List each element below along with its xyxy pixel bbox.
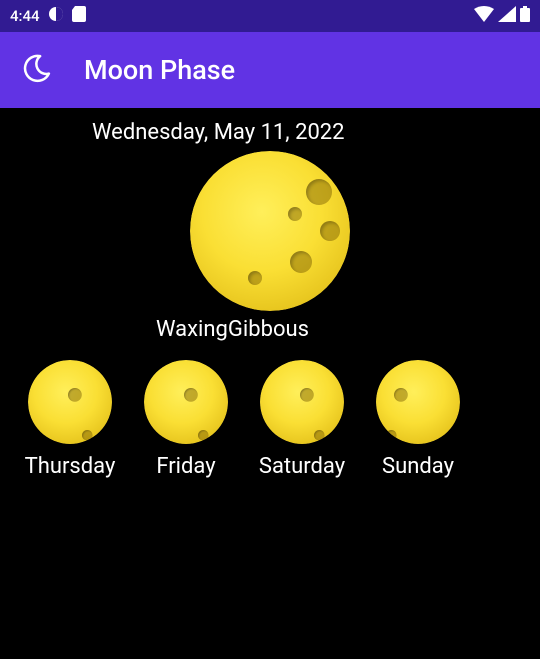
forecast-moon-image bbox=[28, 360, 112, 444]
status-bar: 4:44 bbox=[0, 0, 540, 32]
current-phase-label: WaxingGibbous bbox=[156, 317, 540, 342]
wifi-icon bbox=[474, 6, 494, 26]
sd-card-icon bbox=[72, 6, 86, 26]
forecast-day: Saturday bbox=[252, 360, 352, 479]
forecast-day-label: Friday bbox=[156, 454, 215, 479]
contrast-icon bbox=[48, 6, 64, 26]
forecast-moon-image bbox=[144, 360, 228, 444]
current-moon-phase-image bbox=[190, 151, 350, 311]
battery-icon bbox=[520, 6, 530, 26]
content-area: Wednesday, May 11, 2022 WaxingGibbous Th… bbox=[0, 108, 540, 479]
signal-icon bbox=[498, 6, 516, 26]
status-time: 4:44 bbox=[10, 7, 40, 25]
forecast-day-label: Saturday bbox=[259, 454, 345, 479]
forecast-day-label: Thursday bbox=[25, 454, 116, 479]
moon-icon bbox=[22, 53, 52, 87]
forecast-day: Friday bbox=[136, 360, 236, 479]
app-bar: Moon Phase bbox=[0, 32, 540, 108]
forecast-moon-image bbox=[260, 360, 344, 444]
forecast-day: Thursday bbox=[20, 360, 120, 479]
current-date: Wednesday, May 11, 2022 bbox=[92, 120, 540, 145]
forecast-row: Thursday Friday Saturday bbox=[0, 360, 540, 479]
forecast-moon-image bbox=[376, 360, 460, 444]
app-title: Moon Phase bbox=[84, 54, 235, 86]
forecast-day-label: Sunday bbox=[382, 454, 454, 479]
forecast-day: Sunday bbox=[368, 360, 468, 479]
